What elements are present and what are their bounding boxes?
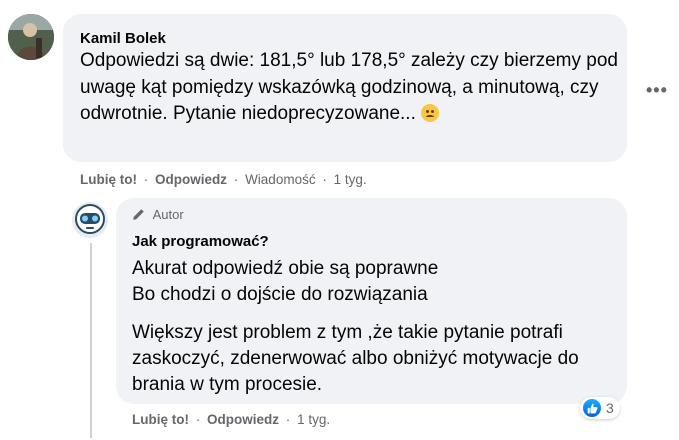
comment-timestamp[interactable]: 1 tyg. xyxy=(334,172,367,187)
reaction-count: 3 xyxy=(606,400,614,416)
reply-button[interactable]: Odpowiedz xyxy=(207,412,279,427)
comment-text: Odpowiedzi są dwie: 181,5° lub 178,5° za… xyxy=(80,48,620,128)
reaction-summary[interactable]: 3 xyxy=(580,397,620,419)
profile-photo xyxy=(8,14,54,60)
robot-logo-icon xyxy=(72,202,108,238)
avatar-page[interactable] xyxy=(72,202,108,238)
message-link[interactable]: Wiadomość xyxy=(245,172,316,187)
avatar-kamil-bolek[interactable] xyxy=(8,14,54,60)
reply-paragraph: Większy jest problem z tym ,że takie pyt… xyxy=(132,322,579,395)
thread-line xyxy=(90,243,92,438)
like-button[interactable]: Lubię to! xyxy=(80,172,137,187)
like-button[interactable]: Lubię to! xyxy=(132,412,189,427)
reply-text: Akurat odpowiedź obie są poprawne Bo cho… xyxy=(132,256,627,410)
reply-timestamp[interactable]: 1 tyg. xyxy=(297,412,330,427)
comment-actions: Lubię to! · Odpowiedz · Wiadomość · 1 ty… xyxy=(80,172,367,187)
comment-author[interactable]: Kamil Bolek xyxy=(80,30,166,47)
reply-line: Akurat odpowiedź obie są poprawne xyxy=(132,258,439,279)
reply-actions: Lubię to! · Odpowiedz · 1 tyg. xyxy=(132,412,331,427)
comment-body: Odpowiedzi są dwie: 181,5° lub 178,5° za… xyxy=(80,50,618,124)
more-options-button[interactable]: ••• xyxy=(646,80,668,101)
reply-button[interactable]: Odpowiedz xyxy=(155,172,227,187)
reply-paragraph: Akurat odpowiedź obie są poprawne Bo cho… xyxy=(132,256,627,308)
thumbs-up-icon xyxy=(587,403,597,413)
reply-author[interactable]: Jak programować? xyxy=(132,233,269,250)
author-badge-label: Autor xyxy=(152,207,184,222)
pencil-icon xyxy=(133,209,144,220)
frowning-face-icon xyxy=(420,104,439,122)
like-icon xyxy=(583,399,601,417)
reply-line: Bo chodzi o dojście do rozwiązania xyxy=(132,284,428,305)
author-badge: Autor xyxy=(132,207,184,222)
